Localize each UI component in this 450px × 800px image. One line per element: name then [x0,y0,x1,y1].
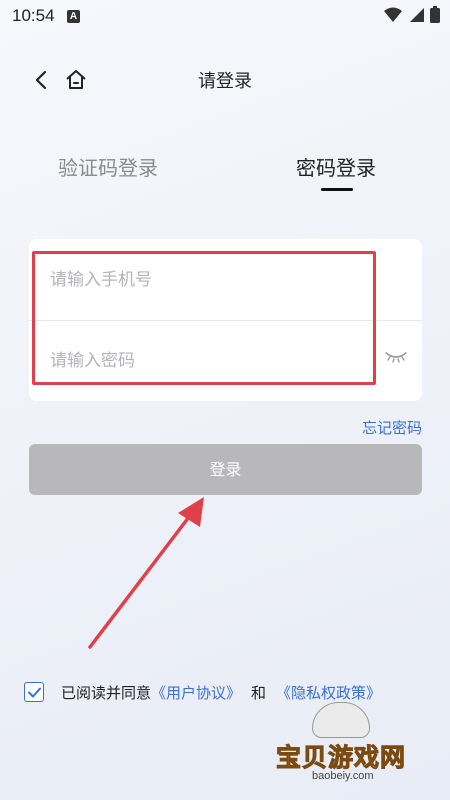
active-tab-indicator [321,188,353,191]
annotation-arrow [88,497,204,649]
password-input[interactable] [48,342,372,380]
battery-icon [430,6,440,23]
login-tabs: 验证码登录 密码登录 [0,152,450,196]
status-icons [384,6,440,23]
agreement-text: 已阅读并同意 [61,683,152,702]
signal-icon [410,7,424,22]
watermark-domain: baobeiy.com [312,770,374,782]
forgot-password-link[interactable]: 忘记密码 [362,417,422,438]
checkmark-icon [27,687,41,697]
phone-input[interactable] [48,261,372,299]
wifi-icon [384,7,402,22]
watermark-title: 宝贝游戏网 [275,743,407,773]
password-field [29,320,422,401]
user-agreement-link[interactable]: 《用户协议》 [151,682,241,703]
tab-sms-login[interactable]: 验证码登录 [58,152,158,181]
status-bar: 10:54 A [0,0,450,34]
login-form [29,239,422,401]
notification-icon: A [67,10,80,23]
tab-password-login[interactable]: 密码登录 [296,152,376,181]
login-button[interactable]: 登录 [29,444,422,495]
site-watermark-logo: 宝贝游戏网 baobeiy.com [272,698,422,790]
page-title: 请登录 [198,71,252,92]
phone-field [29,239,422,320]
agreement-checkbox[interactable] [24,682,44,702]
eye-closed-icon[interactable] [384,348,408,364]
gamepad-logo-icon [312,702,370,738]
navigation-bar: 请登录 [0,56,450,104]
agreement-and: 和 [251,683,267,702]
status-time: 10:54 [12,6,55,25]
